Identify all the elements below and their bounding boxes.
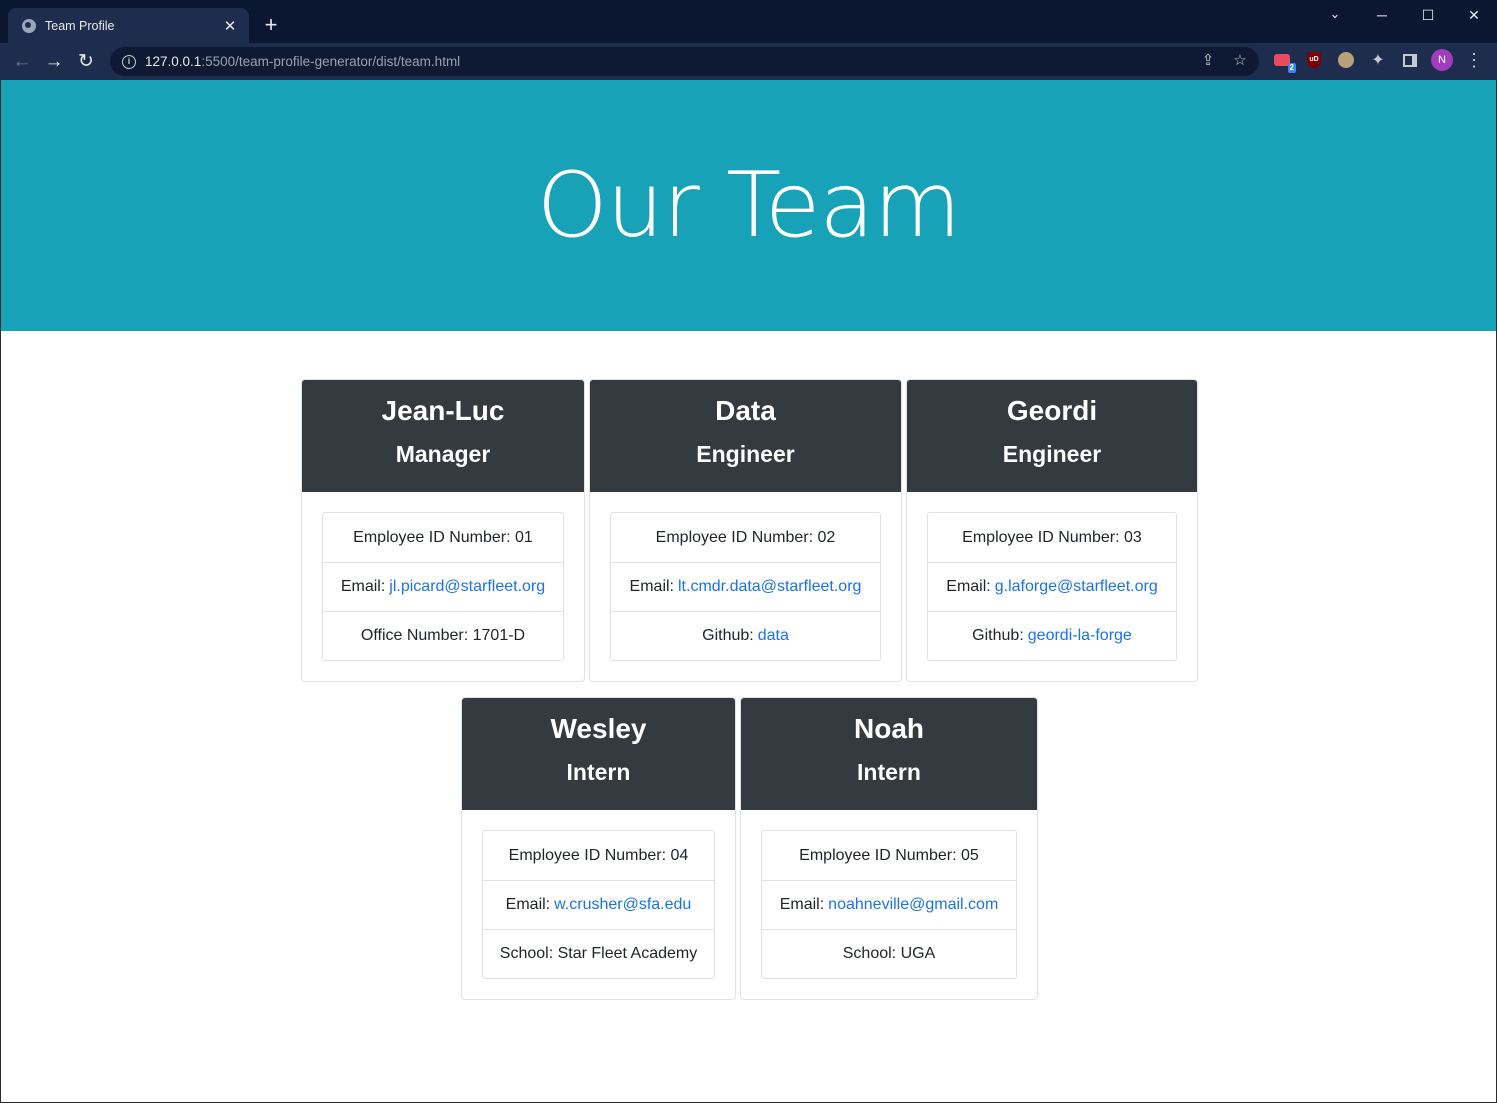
employee-role: Intern <box>857 759 921 785</box>
forward-arrow-icon[interactable]: → <box>38 48 70 76</box>
browser-tab[interactable]: Team Profile ✕ <box>8 8 249 43</box>
github-row: Github: data <box>611 611 880 660</box>
employee-details: Employee ID Number: 02 Email: lt.cmdr.dat… <box>610 512 881 661</box>
github-row: Github: geordi-la-forge <box>928 611 1176 660</box>
omnibox-actions: ⇪ ☆ <box>1199 51 1249 69</box>
employee-name: Data <box>715 395 776 426</box>
card-body: Employee ID Number: 01 Email: jl.picard@s… <box>302 492 584 681</box>
employee-name: Wesley <box>550 713 647 744</box>
tab-search-chevron-icon[interactable]: ⌄ <box>1323 6 1347 22</box>
url-path: :5500/team-profile-generator/dist/team.h… <box>201 54 461 69</box>
side-panel-icon[interactable] <box>1398 48 1422 72</box>
employee-details: Employee ID Number: 03 Email: g.laforge@s… <box>927 512 1177 661</box>
employee-id: Employee ID Number: 04 <box>508 846 689 864</box>
close-window-button[interactable]: ✕ <box>1451 0 1497 30</box>
email-link[interactable]: lt.cmdr.data@starfleet.org <box>678 578 861 596</box>
office-number: Office Number: 1701-D <box>323 611 563 660</box>
browser-chrome: Team Profile ✕ + ⌄ ─ ☐ ✕ ← → ↻ i 127.0.0… <box>0 0 1497 80</box>
employee-email-row: Email: jl.picard@starfleet.org <box>323 562 563 611</box>
window-controls: ─ ☐ ✕ <box>1359 0 1497 32</box>
page-title: Our Team <box>536 153 961 258</box>
maximize-button[interactable]: ☐ <box>1405 0 1451 30</box>
github-link[interactable]: data <box>758 627 789 645</box>
team-row-2: Wesley Intern Employee ID Number: 04 Ema… <box>1 697 1497 1000</box>
minimize-button[interactable]: ─ <box>1359 0 1405 30</box>
extension-badge: 2 <box>1287 63 1296 73</box>
page-content: Our Team Jean-Luc Manager Employee ID Nu… <box>0 80 1497 1103</box>
employee-details: Employee ID Number: 01 Email: jl.picard@s… <box>322 512 564 661</box>
employee-email-row: Email: noahneville@gmail.com <box>762 880 1016 929</box>
employee-role: Engineer <box>1002 441 1102 467</box>
hero-banner: Our Team <box>1 80 1496 331</box>
back-arrow-icon[interactable]: ← <box>6 48 38 76</box>
github-link[interactable]: geordi-la-forge <box>1028 627 1132 645</box>
employee-name: Geordi <box>1006 395 1098 426</box>
employee-card: Jean-Luc Manager Employee ID Number: 01 … <box>301 379 585 682</box>
employee-id: Employee ID Number: 02 <box>655 528 836 546</box>
extensions-area: 2 uD ✦ N ⋮ <box>1270 48 1486 73</box>
employee-name: Jean-Luc <box>381 395 505 426</box>
tab-title: Team Profile <box>45 18 115 33</box>
share-icon[interactable]: ⇪ <box>1199 51 1217 69</box>
site-info-icon[interactable]: i <box>122 54 136 69</box>
employee-card: Wesley Intern Employee ID Number: 04 Ema… <box>461 697 736 1000</box>
email-link[interactable]: noahneville@gmail.com <box>828 896 998 914</box>
url-text: 127.0.0.1:5500/team-profile-generator/di… <box>145 54 460 69</box>
card-header: Geordi Engineer <box>907 380 1197 492</box>
employee-name: Noah <box>854 713 924 744</box>
ublock-icon[interactable]: uD <box>1302 48 1326 72</box>
email-link[interactable]: jl.picard@starfleet.org <box>389 578 545 596</box>
employee-card: Geordi Engineer Employee ID Number: 03 E… <box>906 379 1198 682</box>
employee-email-row: Email: g.laforge@starfleet.org <box>928 562 1176 611</box>
profile-avatar[interactable]: N <box>1430 48 1454 72</box>
card-body: Employee ID Number: 02 Email: lt.cmdr.dat… <box>590 492 901 681</box>
school: School: Star Fleet Academy <box>483 929 714 978</box>
employee-email-row: Email: w.crusher@sfa.edu <box>483 880 714 929</box>
employee-card: Noah Intern Employee ID Number: 05 Email… <box>740 697 1038 1000</box>
tab-strip: Team Profile ✕ + ⌄ ─ ☐ ✕ <box>0 0 1497 43</box>
card-header: Noah Intern <box>741 698 1037 810</box>
close-tab-icon[interactable]: ✕ <box>221 17 239 35</box>
card-body: Employee ID Number: 05 Email: noahneville… <box>741 810 1037 999</box>
employee-id: Employee ID Number: 05 <box>799 846 979 864</box>
employee-role: Intern <box>566 759 631 785</box>
extension-tabs-icon[interactable]: 2 <box>1270 48 1296 73</box>
employee-details: Employee ID Number: 05 Email: noahneville… <box>761 830 1017 979</box>
card-header: Jean-Luc Manager <box>302 380 584 492</box>
menu-dots-icon[interactable]: ⋮ <box>1462 48 1486 72</box>
card-header: Data Engineer <box>590 380 901 492</box>
employee-id: Employee ID Number: 03 <box>962 528 1142 546</box>
employee-id: Employee ID Number: 01 <box>353 528 533 546</box>
email-link[interactable]: g.laforge@starfleet.org <box>995 578 1158 596</box>
owl-extension-icon[interactable] <box>1334 48 1358 72</box>
new-tab-button[interactable]: + <box>259 13 283 37</box>
puzzle-extensions-icon[interactable]: ✦ <box>1366 48 1390 72</box>
employee-role: Manager <box>395 441 491 467</box>
reload-icon[interactable]: ↻ <box>70 48 102 76</box>
browser-toolbar: ← → ↻ i 127.0.0.1:5500/team-profile-gene… <box>0 43 1497 80</box>
employee-email-row: Email: lt.cmdr.data@starfleet.org <box>611 562 880 611</box>
school: School: UGA <box>762 929 1016 978</box>
employee-card: Data Engineer Employee ID Number: 02 Ema… <box>589 379 902 682</box>
card-body: Employee ID Number: 03 Email: g.laforge@s… <box>907 492 1197 681</box>
email-link[interactable]: w.crusher@sfa.edu <box>554 896 691 914</box>
globe-icon <box>22 18 36 33</box>
card-header: Wesley Intern <box>462 698 735 810</box>
bookmark-star-icon[interactable]: ☆ <box>1231 51 1249 69</box>
address-bar[interactable]: i 127.0.0.1:5500/team-profile-generator/… <box>110 47 1259 76</box>
employee-role: Engineer <box>696 441 795 467</box>
url-host: 127.0.0.1 <box>145 54 202 69</box>
employee-details: Employee ID Number: 04 Email: w.crusher@s… <box>482 830 715 979</box>
card-body: Employee ID Number: 04 Email: w.crusher@s… <box>462 810 735 999</box>
team-row-1: Jean-Luc Manager Employee ID Number: 01 … <box>1 379 1497 682</box>
